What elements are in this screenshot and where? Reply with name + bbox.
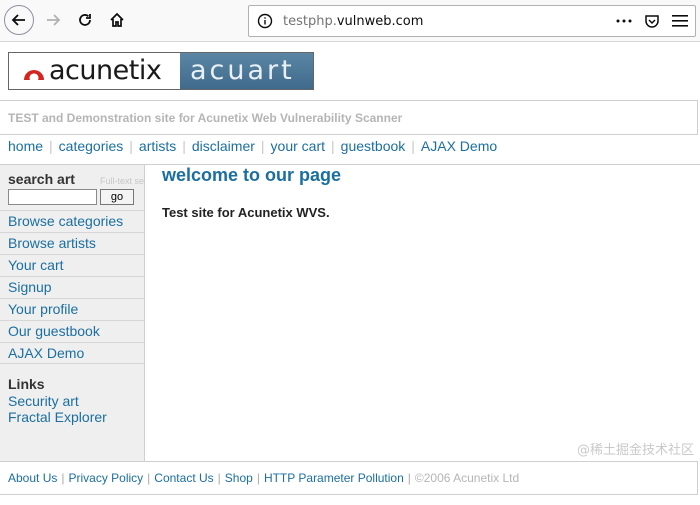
reload-button[interactable] (70, 5, 100, 35)
hamburger-icon[interactable] (671, 12, 689, 30)
nav-disclaimer[interactable]: disclaimer (192, 138, 255, 154)
reload-icon (79, 14, 91, 26)
sidebar-menu: Browse categories Browse artists Your ca… (0, 210, 144, 364)
acunetix-mark-icon (24, 70, 44, 80)
nav-categories[interactable]: categories (59, 138, 124, 154)
tagline-text: TEST and Demonstration site for Acunetix… (8, 110, 403, 125)
footer-separator: | (407, 471, 411, 485)
footer-contact-us[interactable]: Contact Us (154, 471, 213, 485)
acuart-logo: acuart (180, 53, 313, 89)
site-logo[interactable]: acunetix acuart (8, 52, 314, 90)
info-icon[interactable] (257, 13, 273, 29)
footer-separator: | (61, 471, 65, 485)
nav-artists[interactable]: artists (139, 138, 176, 154)
footer-about-us[interactable]: About Us (8, 471, 57, 485)
more-icon[interactable] (615, 12, 633, 30)
logo-brand-text: acunetix (49, 55, 162, 86)
top-navigation: home | categories | artists | disclaimer | y… (8, 136, 497, 156)
home-icon (110, 12, 124, 27)
pocket-icon[interactable] (643, 12, 661, 30)
home-button[interactable] (102, 5, 132, 35)
back-button[interactable] (4, 5, 34, 35)
nav-ajax-demo[interactable]: AJAX Demo (421, 138, 497, 154)
link-security-art[interactable]: Security art (8, 393, 107, 409)
forward-button[interactable] (38, 5, 68, 35)
watermark-text: @稀土掘金技术社区 (576, 443, 694, 458)
nav-separator: | (260, 138, 265, 154)
url-host: vulnweb.com (336, 14, 424, 29)
links-heading: Links (8, 376, 45, 392)
url-prefix: testphp. (283, 14, 337, 29)
nav-separator: | (411, 138, 415, 154)
links-list: Security art Fractal Explorer (8, 393, 107, 425)
nav-separator: | (331, 138, 335, 154)
sidebar: search art Full-text search go Browse ca… (0, 165, 145, 461)
url-text[interactable]: testphp.vulnweb.com (283, 14, 423, 29)
link-fractal-explorer[interactable]: Fractal Explorer (8, 409, 107, 425)
sidebar-item-your-profile[interactable]: Your profile (0, 298, 144, 320)
forward-arrow-icon (47, 14, 61, 26)
nav-separator: | (49, 138, 53, 154)
search-art-label: search art (8, 171, 75, 187)
search-ghost-text: Full-text search (100, 176, 145, 186)
sidebar-item-signup[interactable]: Signup (0, 276, 144, 298)
footer: About Us | Privacy Policy | Contact Us | Sh… (0, 461, 698, 495)
footer-copyright: ©2006 Acunetix Ltd (414, 471, 520, 485)
logo-product-text: acuart (190, 55, 295, 86)
page-content: acunetix acuart TEST and Demonstration s… (0, 43, 700, 505)
footer-privacy-policy[interactable]: Privacy Policy (68, 471, 143, 485)
sidebar-item-browse-categories[interactable]: Browse categories (0, 210, 144, 232)
sidebar-item-your-cart[interactable]: Your cart (0, 254, 144, 276)
watermark: @稀土掘金技术社区 (577, 439, 694, 458)
sidebar-item-ajax-demo[interactable]: AJAX Demo (0, 342, 144, 364)
sidebar-item-our-guestbook[interactable]: Our guestbook (0, 320, 144, 342)
nav-guestbook[interactable]: guestbook (341, 138, 406, 154)
go-button[interactable]: go (100, 189, 134, 205)
site-tagline: TEST and Demonstration site for Acunetix… (0, 100, 698, 135)
search-input[interactable] (8, 189, 97, 205)
back-arrow-icon (11, 14, 25, 26)
nav-separator: | (129, 138, 133, 154)
footer-separator: | (147, 471, 151, 485)
browser-toolbar: testphp.vulnweb.com (0, 0, 700, 42)
acunetix-logo: acunetix (9, 53, 180, 89)
sidebar-item-browse-artists[interactable]: Browse artists (0, 232, 144, 254)
footer-separator: | (256, 471, 260, 485)
footer-http-parameter-pollution[interactable]: HTTP Parameter Pollution (264, 471, 404, 485)
address-bar[interactable]: testphp.vulnweb.com (248, 5, 696, 37)
nav-separator: | (182, 138, 186, 154)
page-title: welcome to our page (162, 165, 342, 185)
footer-separator: | (217, 471, 221, 485)
nav-home[interactable]: home (8, 138, 43, 154)
nav-your-cart[interactable]: your cart (271, 138, 325, 154)
url-actions (615, 12, 689, 30)
page-body-text: Test site for Acunetix WVS. (162, 205, 330, 220)
footer-shop[interactable]: Shop (225, 471, 253, 485)
